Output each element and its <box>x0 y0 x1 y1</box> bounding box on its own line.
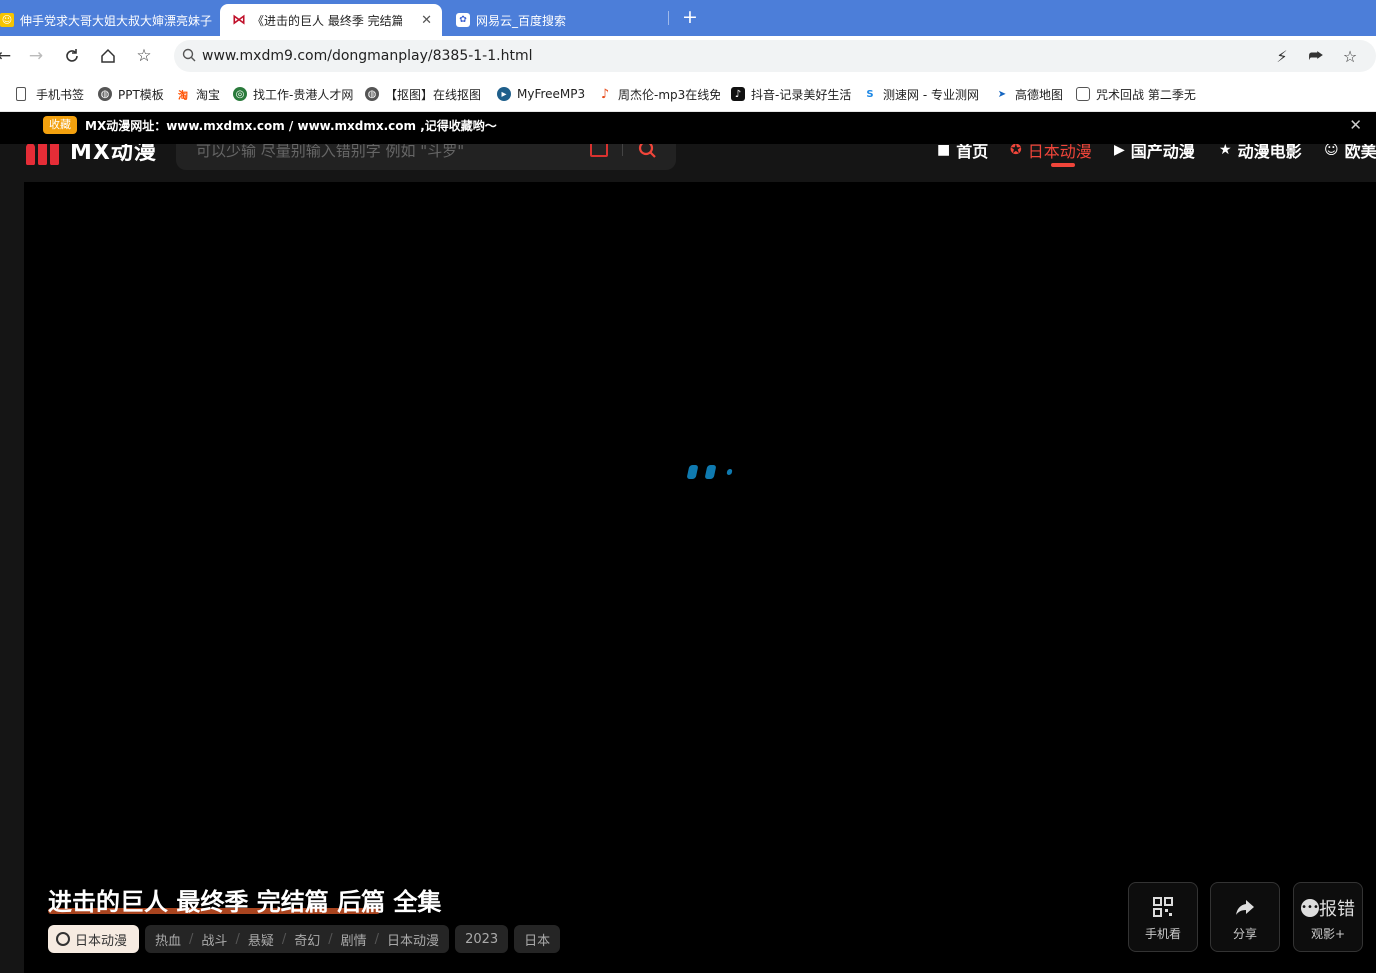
bookmark-star-icon[interactable]: ☆ <box>1340 46 1360 66</box>
search-divider <box>622 142 623 156</box>
category-tag[interactable]: 日本动漫 <box>48 925 140 953</box>
share-page-icon[interactable]: ⮫ <box>1306 46 1326 66</box>
douyin-icon: ♪ <box>731 87 745 101</box>
star-icon: ★ <box>1219 142 1232 158</box>
home-icon[interactable] <box>96 44 120 68</box>
tab-label: 网易云_百度搜索 <box>476 13 567 28</box>
music-note-icon: ♪ <box>600 86 610 102</box>
browser-tab-strip: ☺ 伸手党求大哥大姐大叔大婶漂亮妹子 ⋈ 《进击的巨人 最终季 完结篇 后篇 ✕… <box>0 0 1376 36</box>
video-title: 进击的巨人 最终季 完结篇 后篇 全集 <box>48 888 442 916</box>
bookmarks-bar: 手机书签 ◍ PPT模板 淘淘宝 ◎ 找工作-贵港人才网 ◍ 【抠图】在线抠图 ▸ My… <box>0 76 1376 112</box>
bookmark-item[interactable]: ▸ MyFreeMP3 <box>497 85 585 103</box>
globe-icon: ◍ <box>365 87 379 101</box>
video-tags: 日本动漫 热血 / 战斗 / 悬疑 / 奇幻 / 剧情 / 日本动漫 2023 日本 <box>48 924 561 954</box>
watch-on-phone-button[interactable]: 手机看 <box>1128 882 1198 952</box>
mx-favicon-icon: ⋈ <box>232 12 246 28</box>
report-error-label[interactable]: 报错 <box>1319 899 1355 920</box>
qrcode-icon <box>1129 897 1197 922</box>
watch-plus-button[interactable]: •••报错 观影+ <box>1293 882 1363 952</box>
chat-icon: •••报错 <box>1301 899 1355 920</box>
browser-tab-3[interactable]: ✿ 网易云_百度搜索 <box>456 4 666 36</box>
bookmark-item[interactable]: 咒术回战 第二季无 <box>1076 85 1196 103</box>
active-nav-indicator <box>1051 163 1075 167</box>
globe-icon: ◍ <box>98 87 112 101</box>
forward-icon[interactable]: → <box>24 44 48 68</box>
favorite-star-icon[interactable]: ☆ <box>132 44 156 68</box>
page-favicon-icon: ☺ <box>0 13 14 27</box>
url-text[interactable]: www.mxdm9.com/dongmanplay/8385-1-1.html <box>202 48 532 64</box>
loading-spinner-icon <box>686 465 738 479</box>
action-label: 手机看 <box>1144 927 1181 941</box>
left-gutter <box>0 182 24 973</box>
bookmark-item[interactable]: S 测速网 - 专业测网 <box>863 85 983 103</box>
year-tag[interactable]: 2023 <box>455 925 509 953</box>
job-site-icon: ◎ <box>233 87 247 101</box>
tab-label: 伸手党求大哥大姐大叔大婶漂亮妹子 <box>20 13 213 28</box>
play-icon: ▶ <box>1114 142 1125 158</box>
genre-tag[interactable]: 热血 <box>155 930 181 949</box>
notice-bar: 收藏 MX动漫网址：www.mxdmx.com / www.mxdmx.com … <box>0 112 1376 144</box>
video-player[interactable] <box>24 182 1376 973</box>
bookmark-item[interactable]: ◎ 找工作-贵港人才网 <box>233 85 357 103</box>
genre-tag[interactable]: 奇幻 <box>294 930 320 949</box>
genre-tag[interactable]: 悬疑 <box>248 930 274 949</box>
browser-tab-1[interactable]: ☺ 伸手党求大哥大姐大叔大婶漂亮妹子 <box>0 4 214 36</box>
bookmark-item[interactable]: ➤ 高德地图 <box>995 85 1063 103</box>
search-icon <box>182 48 196 62</box>
lightning-icon[interactable]: ⚡ <box>1272 46 1292 66</box>
region-tag[interactable]: 日本 <box>514 925 561 953</box>
bookmark-item[interactable]: ◍ 【抠图】在线抠图 <box>365 85 483 103</box>
phone-icon <box>16 87 26 101</box>
close-tab-icon[interactable]: ✕ <box>421 13 432 28</box>
browser-toolbar: ← → ☆ www.mxdm9.com/dongmanplay/8385-1-1… <box>0 36 1376 76</box>
music-player-icon: ▸ <box>497 87 511 101</box>
action-label: 分享 <box>1232 927 1257 941</box>
tab-label: 《进击的巨人 最终季 完结篇 后篇 <box>252 13 402 28</box>
browser-tab-2[interactable]: ⋈ 《进击的巨人 最终季 完结篇 后篇 ✕ <box>220 4 442 36</box>
genre-tag[interactable]: 剧情 <box>341 930 367 949</box>
address-bar[interactable]: www.mxdm9.com/dongmanplay/8385-1-1.html … <box>174 40 1376 72</box>
film-reel-icon <box>56 932 70 946</box>
web-page: MX动漫 可以少输 尽量别输入错别字 例如 "斗罗" ■ 首页 ✪ 日本动漫 ▶ 国产… <box>0 112 1376 973</box>
notice-text: MX动漫网址：www.mxdmx.com / www.mxdmx.com ,记得… <box>85 119 497 133</box>
genre-tag[interactable]: 战斗 <box>201 930 227 949</box>
close-notice-icon[interactable]: ✕ <box>1349 116 1362 134</box>
share-icon <box>1211 897 1279 922</box>
bookmark-badge[interactable]: 收藏 <box>43 116 77 134</box>
bookmark-item[interactable]: ◍ PPT模板 <box>98 85 164 103</box>
bookmark-item[interactable]: 手机书签 <box>16 85 84 103</box>
bookmark-item[interactable]: ♪ 周杰伦-mp3在线免 <box>598 85 720 103</box>
smile-icon: ☺ <box>1324 142 1339 158</box>
baidu-favicon-icon: ✿ <box>456 13 470 27</box>
bookmark-item[interactable]: ♪ 抖音-记录美好生活 <box>731 85 851 103</box>
bookmark-item[interactable]: 淘淘宝 <box>176 85 220 103</box>
speedtest-icon: S <box>866 88 874 100</box>
genre-tag[interactable]: 日本动漫 <box>387 930 439 949</box>
home-icon: ■ <box>937 142 951 158</box>
taobao-icon: 淘 <box>178 90 188 102</box>
reload-icon[interactable] <box>60 44 84 68</box>
map-arrow-icon: ➤ <box>997 88 1007 100</box>
back-icon[interactable]: ← <box>0 44 16 68</box>
action-label: 观影+ <box>1310 927 1346 941</box>
genre-tags: 热血 / 战斗 / 悬疑 / 奇幻 / 剧情 / 日本动漫 <box>145 925 450 953</box>
new-tab-button[interactable]: + <box>682 7 698 27</box>
film-reel-icon: ✪ <box>1010 142 1022 158</box>
share-button[interactable]: 分享 <box>1210 882 1280 952</box>
tab-divider <box>668 11 669 25</box>
tv-icon <box>1076 87 1090 101</box>
